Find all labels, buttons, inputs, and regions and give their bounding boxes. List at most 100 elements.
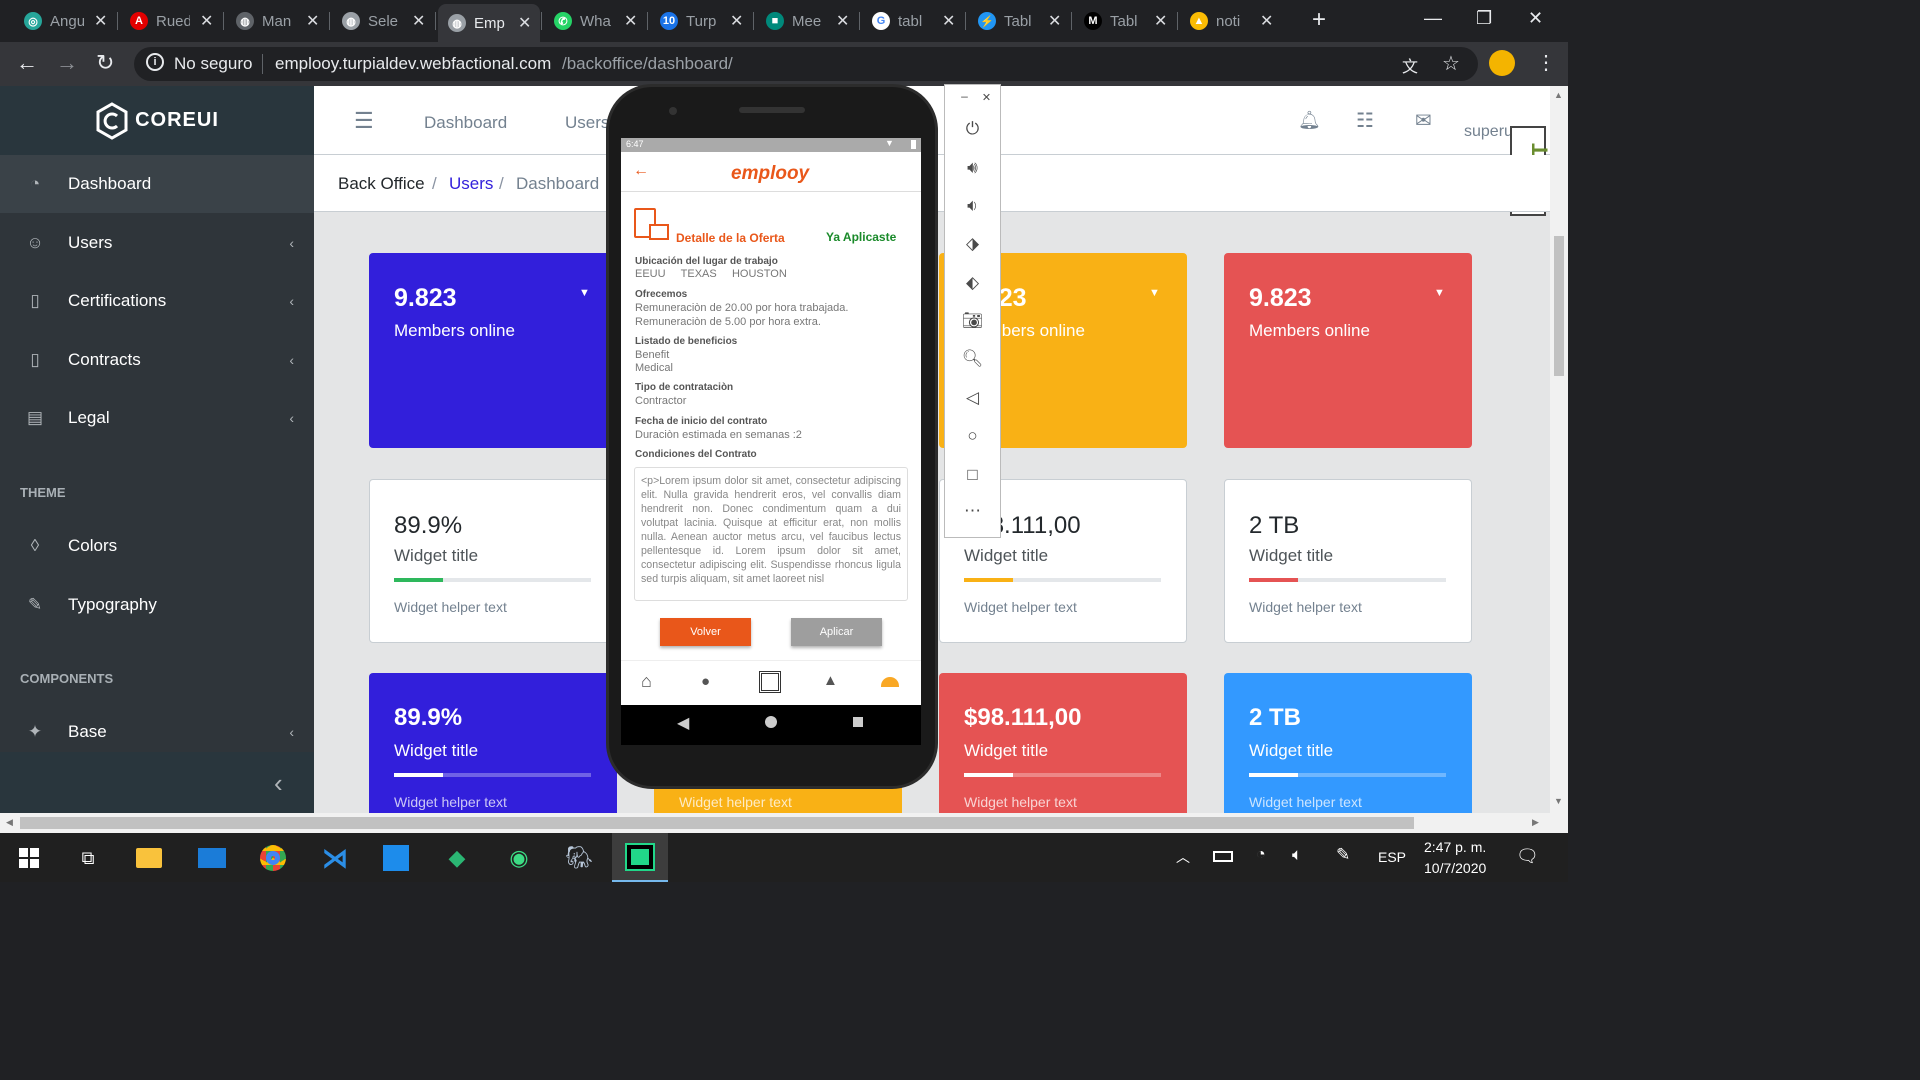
home-icon[interactable]: ⌂ [641, 671, 652, 692]
browser-tab[interactable]: ⚡ Tabl ✕ [968, 6, 1070, 36]
browser-tab[interactable]: Gtabl ✕ [862, 6, 964, 36]
sidebar-item-typography[interactable]: ✎ Typography [0, 576, 314, 634]
android-recents-icon[interactable] [853, 717, 863, 727]
volume-up-icon[interactable]: 🔊︎ [945, 158, 1000, 178]
translate-icon[interactable]: 文 [1402, 53, 1418, 77]
tab-close-icon[interactable]: ✕ [836, 11, 849, 31]
rotate-left-icon[interactable]: ⬗ [945, 234, 1000, 254]
bell-icon[interactable]: 🔔︎ [1298, 110, 1321, 131]
scroll-up-arrow-icon[interactable]: ▲ [1554, 90, 1563, 100]
volume-down-icon[interactable]: 🔉︎ [945, 196, 1000, 216]
caret-down-icon[interactable]: ▼ [1149, 287, 1160, 299]
postgres-icon[interactable]: 🐘︎ [564, 843, 594, 873]
tab-close-icon[interactable]: ✕ [200, 11, 213, 31]
bookmark-star-icon[interactable]: ☆ [1442, 51, 1460, 76]
vscode-icon[interactable]: ⋊ [320, 843, 350, 873]
profile-avatar[interactable] [1489, 50, 1515, 76]
horizontal-scrollbar[interactable]: ◀ ▶ [0, 813, 1568, 833]
emu-close-icon[interactable]: ✕ [959, 91, 1014, 104]
tab-close-icon[interactable]: ✕ [94, 11, 107, 31]
back-arrow-icon[interactable]: ← [633, 162, 649, 180]
browser-tab[interactable]: M Tabl ✕ [1074, 6, 1176, 36]
tray-chevron-icon[interactable]: ︿ [1176, 847, 1190, 867]
browser-tab[interactable]: ✆ Wha ✕ [544, 6, 646, 36]
back-button[interactable]: ← [16, 50, 38, 76]
mail-icon[interactable] [197, 843, 227, 873]
breadcrumb-backoffice[interactable]: Back Office [338, 174, 425, 194]
envelope-icon[interactable]: ✉ [1415, 108, 1432, 133]
sidebar-item-users[interactable]: ☺ Users ‹ [0, 214, 314, 272]
url-host[interactable]: emplooy.turpialdev.webfactional.com [275, 54, 551, 74]
hscroll-thumb[interactable] [20, 817, 1414, 829]
browser-tab[interactable]: ◎ Angu ✕ [14, 6, 116, 36]
sidebar-item-legal[interactable]: ▤ Legal ‹ [0, 389, 314, 447]
hamburger-icon[interactable]: ☰ [354, 108, 374, 134]
battery-tray-icon[interactable] [1213, 851, 1233, 862]
browser-tab[interactable]: ■ Mee ✕ [756, 6, 858, 36]
tab-close-icon[interactable]: ✕ [518, 13, 531, 33]
new-tab-button[interactable]: + [1312, 6, 1326, 34]
more-menu-icon[interactable]: ⋮ [1536, 50, 1556, 75]
zoom-icon[interactable]: 🔍︎ [945, 349, 1000, 369]
tab-close-icon[interactable]: ✕ [412, 11, 425, 31]
emu-home-icon[interactable]: ○ [945, 426, 1000, 446]
caret-down-icon[interactable]: ▼ [579, 287, 590, 299]
emu-more-icon[interactable]: ⋯ [945, 501, 1000, 521]
tab-close-icon[interactable]: ✕ [624, 11, 637, 31]
sidebar-minimizer[interactable]: ‹ [0, 752, 314, 813]
tab-close-icon[interactable]: ✕ [1048, 11, 1061, 31]
task-view-icon[interactable]: ⧉ [73, 843, 103, 873]
action-center-icon[interactable]: 🗨︎ [1516, 846, 1539, 867]
tab-close-icon[interactable]: ✕ [1260, 11, 1273, 31]
emu-back-icon[interactable]: ◁ [945, 388, 1000, 408]
sidebar-item-colors[interactable]: ◊ Colors [0, 517, 314, 575]
tab-close-icon[interactable]: ✕ [942, 11, 955, 31]
close-window-button[interactable]: ✕ [1528, 8, 1543, 29]
volume-tray-icon[interactable]: 🔈︎ [1292, 845, 1302, 865]
emu-overview-icon[interactable]: □ [945, 465, 1000, 485]
header-link-users[interactable]: Users [565, 113, 609, 133]
restore-button[interactable]: ❐ [1476, 8, 1492, 29]
power-icon[interactable]: ⏻ [945, 119, 1000, 139]
browser-tab[interactable]: A Rued ✕ [120, 6, 222, 36]
android-home-icon[interactable] [765, 716, 777, 728]
minimize-button[interactable]: — [1424, 8, 1442, 29]
start-windows-icon[interactable] [14, 843, 44, 873]
active-app-highlight[interactable] [612, 833, 668, 882]
breadcrumb-users[interactable]: Users [449, 174, 493, 194]
qr-code-icon[interactable] [759, 671, 781, 693]
tab-close-icon[interactable]: ✕ [1154, 11, 1167, 31]
android-back-icon[interactable]: ◀ [677, 713, 689, 733]
language-indicator[interactable]: ESP [1378, 849, 1406, 865]
volver-button[interactable]: Volver [660, 618, 751, 646]
caret-down-icon[interactable]: ▼ [1434, 287, 1445, 299]
browser-tab[interactable]: 10 Turp ✕ [650, 6, 752, 36]
camera-icon[interactable]: 📷︎ [945, 311, 1000, 331]
chat-icon[interactable]: ● [701, 673, 710, 690]
sidebar-item-dashboard[interactable]: ◔ Dashboard [0, 155, 314, 213]
clock-date[interactable]: 10/7/2020 [1424, 860, 1486, 876]
notification-bell-icon[interactable]: ▲ [823, 672, 838, 689]
scroll-thumb[interactable] [1554, 236, 1564, 376]
list-icon[interactable]: ☷ [1356, 108, 1374, 133]
sidebar-item-certifications[interactable]: ▯ Certifications ‹ [0, 272, 314, 330]
gitkraken-icon[interactable]: ◆ [442, 843, 472, 873]
omnibox[interactable]: i No seguro emplooy.turpialdev.webfactio… [134, 47, 1478, 81]
wifi-tray-icon[interactable]: ◔ [1256, 846, 1266, 864]
pen-tray-icon[interactable]: ✎ [1336, 845, 1350, 865]
browser-tab[interactable]: ◍ Man ✕ [226, 6, 328, 36]
android-studio-icon[interactable]: ◉ [504, 843, 534, 873]
scroll-left-arrow-icon[interactable]: ◀ [6, 817, 13, 828]
scroll-down-arrow-icon[interactable]: ▼ [1554, 796, 1563, 806]
info-icon[interactable]: i [146, 53, 164, 71]
aplicar-button[interactable]: Aplicar [791, 618, 882, 646]
security-label[interactable]: No seguro [174, 54, 252, 74]
brand[interactable]: COREUI [0, 86, 314, 155]
url-path[interactable]: /backoffice/dashboard/ [562, 54, 733, 74]
browser-tab[interactable]: ◍ Emp ✕ [438, 4, 540, 42]
sidebar-item-contracts[interactable]: ▯ Contracts ‹ [0, 331, 314, 389]
chrome-icon[interactable] [258, 843, 288, 873]
browser-tab[interactable]: ◍ Sele ✕ [332, 6, 434, 36]
vertical-scrollbar[interactable]: ▲ ▼ [1550, 86, 1568, 813]
conditions-textarea[interactable]: <p>Lorem ipsum dolor sit amet, consectet… [634, 467, 908, 601]
